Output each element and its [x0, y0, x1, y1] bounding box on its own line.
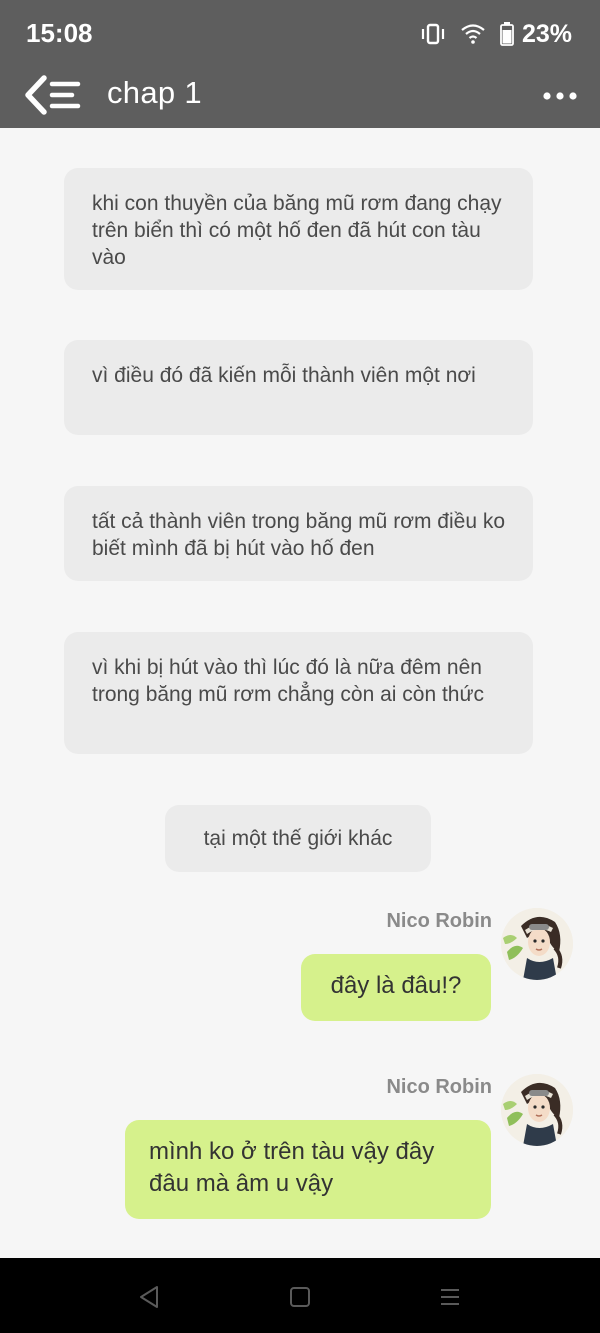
- narration-bubble: vì khi bị hút vào thì lúc đó là nữa đêm …: [64, 632, 533, 754]
- more-options-icon: [543, 92, 577, 100]
- recents-menu-icon: [441, 1289, 459, 1305]
- status-bar: 15:08 23%: [0, 0, 600, 64]
- narration-bubble: tất cả thành viên trong băng mũ rơm điều…: [64, 486, 533, 581]
- character-avatar-icon: [501, 908, 573, 980]
- status-time: 15:08: [26, 18, 93, 48]
- speaker-name: Nico Robin: [386, 910, 492, 932]
- app-bar: chap 1: [0, 64, 600, 128]
- back-button[interactable]: [22, 70, 86, 120]
- nav-home-button[interactable]: [285, 1282, 315, 1312]
- scene-caption-bubble: tại một thế giới khác: [165, 805, 431, 872]
- chat-area[interactable]: khi con thuyền của băng mũ rơm đang chạy…: [0, 128, 600, 1258]
- avatar[interactable]: [501, 1074, 573, 1146]
- battery-percentage: 23%: [521, 19, 572, 48]
- avatar[interactable]: [501, 908, 573, 980]
- system-nav-bar: [0, 1258, 600, 1333]
- nav-recents-button[interactable]: [435, 1282, 465, 1312]
- vibrate-icon: [421, 23, 445, 45]
- message-bubble: đây là đâu!?: [301, 954, 491, 1021]
- narration-bubble: vì điều đó đã kiến mỗi thành viên một nơ…: [64, 340, 533, 435]
- speaker-name: Nico Robin: [386, 1076, 492, 1098]
- status-icons: 23%: [420, 18, 572, 50]
- wifi-icon: [461, 24, 485, 44]
- message-bubble: mình ko ở trên tàu vậy đây đâu mà âm u v…: [125, 1120, 491, 1219]
- back-menu-icon: [25, 75, 81, 115]
- battery-icon: [500, 22, 514, 46]
- character-avatar-icon: [501, 1074, 573, 1146]
- chapter-title: chap 1: [107, 75, 202, 110]
- home-square-icon: [290, 1287, 310, 1307]
- back-triangle-icon: [140, 1286, 158, 1308]
- narration-bubble: khi con thuyền của băng mũ rơm đang chạy…: [64, 168, 533, 290]
- more-options-button[interactable]: [540, 78, 580, 114]
- nav-back-button[interactable]: [134, 1282, 164, 1312]
